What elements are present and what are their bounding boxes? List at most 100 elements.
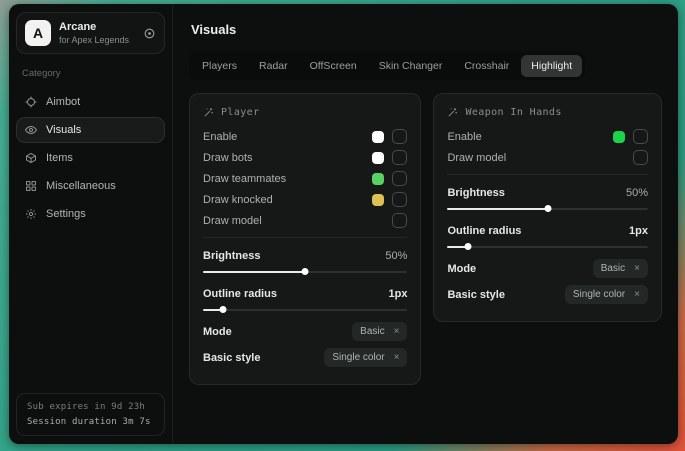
setting-label: Mode bbox=[447, 263, 476, 275]
slider-track bbox=[447, 246, 648, 248]
chip-close-icon[interactable]: × bbox=[634, 290, 640, 300]
eye-icon bbox=[25, 124, 37, 136]
page-title: Visuals bbox=[191, 22, 662, 37]
slider-thumb[interactable] bbox=[302, 268, 309, 275]
sidebar-item-miscellaneous[interactable]: Miscellaneous bbox=[16, 173, 165, 199]
sidebar-item-label: Items bbox=[46, 152, 73, 164]
selected-option-chip[interactable]: Basic× bbox=[593, 259, 648, 278]
slider-value: 50% bbox=[626, 187, 648, 199]
slider[interactable] bbox=[447, 242, 648, 251]
setting-label: Basic style bbox=[447, 289, 504, 301]
sidebar-item-aimbot[interactable]: Aimbot bbox=[16, 89, 165, 115]
main-content: Visuals PlayersRadarOffScreenSkin Change… bbox=[173, 4, 678, 444]
setting-label: Draw bots bbox=[203, 152, 253, 164]
slider-thumb[interactable] bbox=[544, 205, 551, 212]
setting-label: Enable bbox=[203, 131, 237, 143]
slider-label-row: Outline radius1px bbox=[447, 220, 648, 241]
tab-skin-changer[interactable]: Skin Changer bbox=[369, 55, 453, 77]
sidebar-item-settings[interactable]: Settings bbox=[16, 201, 165, 227]
slider-fill bbox=[203, 271, 305, 273]
setting-label: Draw model bbox=[203, 215, 262, 227]
color-swatch[interactable] bbox=[372, 173, 384, 185]
color-swatch[interactable] bbox=[372, 131, 384, 143]
setting-row: Draw teammates bbox=[203, 168, 407, 189]
chip-setting-row: Mode Basic× bbox=[447, 258, 648, 279]
tab-crosshair[interactable]: Crosshair bbox=[454, 55, 519, 77]
setting-controls bbox=[613, 129, 648, 144]
panel-player: Player Enable Draw bots Draw teammates Draw … bbox=[189, 93, 421, 385]
selected-option-chip[interactable]: Single color × bbox=[565, 285, 648, 304]
panel-header: Player bbox=[203, 107, 407, 118]
slider[interactable] bbox=[203, 267, 407, 276]
slider-label-row: Brightness 50% bbox=[447, 182, 648, 203]
sidebar-item-label: Settings bbox=[46, 208, 86, 220]
chip-close-icon[interactable]: × bbox=[394, 353, 400, 363]
app-title: Arcane bbox=[59, 21, 129, 33]
chip-close-icon[interactable]: × bbox=[634, 264, 640, 274]
session-duration-text: Session duration 3m 7s bbox=[27, 417, 154, 427]
checkbox[interactable] bbox=[392, 192, 407, 207]
setting-label: Mode bbox=[203, 326, 232, 338]
setting-row: Draw model bbox=[203, 210, 407, 231]
desktop-background: A Arcane for Apex Legends Category Aimbo… bbox=[0, 0, 685, 451]
panel-title-label: Weapon In Hands bbox=[465, 107, 561, 118]
tab-bar: PlayersRadarOffScreenSkin ChangerCrossha… bbox=[189, 52, 585, 80]
wand-icon bbox=[447, 107, 458, 118]
tab-radar[interactable]: Radar bbox=[249, 55, 298, 77]
setting-label: Enable bbox=[447, 131, 481, 143]
checkbox[interactable] bbox=[392, 171, 407, 186]
app-header: A Arcane for Apex Legends bbox=[16, 12, 165, 54]
slider-track bbox=[203, 309, 407, 311]
tab-offscreen[interactable]: OffScreen bbox=[300, 55, 367, 77]
chip-setting-row: Mode Basic × bbox=[203, 321, 407, 342]
setting-label: Brightness bbox=[447, 187, 504, 199]
chip-setting-row: Basic styleSingle color× bbox=[203, 347, 407, 368]
checkbox[interactable] bbox=[392, 213, 407, 228]
sidebar-item-visuals[interactable]: Visuals bbox=[16, 117, 165, 143]
slider-value: 50% bbox=[385, 250, 407, 262]
category-label: Category bbox=[22, 68, 159, 79]
chip-label: Single color bbox=[573, 289, 625, 300]
setting-label: Outline radius bbox=[203, 288, 277, 300]
chip-close-icon[interactable]: × bbox=[394, 327, 400, 337]
checkbox[interactable] bbox=[633, 129, 648, 144]
slider-label-row: Brightness 50% bbox=[203, 245, 407, 266]
chip-label: Basic bbox=[360, 326, 384, 337]
crosshair-icon bbox=[25, 96, 37, 108]
chip-setting-row: Basic style Single color × bbox=[447, 284, 648, 305]
color-swatch[interactable] bbox=[372, 152, 384, 164]
app-logo: A bbox=[25, 20, 51, 46]
setting-label: Draw teammates bbox=[203, 173, 286, 185]
checkbox[interactable] bbox=[392, 129, 407, 144]
setting-controls bbox=[372, 171, 407, 186]
section-divider bbox=[203, 237, 407, 238]
sidebar-item-label: Visuals bbox=[46, 124, 81, 136]
slider-thumb[interactable] bbox=[464, 243, 471, 250]
tab-players[interactable]: Players bbox=[192, 55, 247, 77]
slider[interactable] bbox=[447, 204, 648, 213]
setting-row: Draw model bbox=[447, 147, 648, 168]
color-swatch[interactable] bbox=[613, 131, 625, 143]
selected-option-chip[interactable]: Basic × bbox=[352, 322, 407, 341]
target-icon[interactable] bbox=[143, 27, 156, 40]
setting-controls bbox=[392, 213, 407, 228]
checkbox[interactable] bbox=[633, 150, 648, 165]
setting-label: Brightness bbox=[203, 250, 260, 262]
color-swatch[interactable] bbox=[372, 194, 384, 206]
sub-expiry-text: Sub expires in 9d 23h bbox=[27, 402, 154, 412]
setting-label: Outline radius bbox=[447, 225, 521, 237]
sidebar-item-label: Miscellaneous bbox=[46, 180, 116, 192]
slider-thumb[interactable] bbox=[220, 306, 227, 313]
setting-controls bbox=[633, 150, 648, 165]
sidebar-item-items[interactable]: Items bbox=[16, 145, 165, 171]
checkbox[interactable] bbox=[392, 150, 407, 165]
tab-highlight[interactable]: Highlight bbox=[521, 55, 582, 77]
setting-controls bbox=[372, 192, 407, 207]
chip-label: Single color bbox=[332, 352, 384, 363]
slider[interactable] bbox=[203, 305, 407, 314]
sidebar: A Arcane for Apex Legends Category Aimbo… bbox=[9, 4, 173, 444]
setting-row: Draw bots bbox=[203, 147, 407, 168]
slider-label-row: Outline radius1px bbox=[203, 283, 407, 304]
panels-container: Player Enable Draw bots Draw teammates Draw … bbox=[189, 93, 662, 385]
selected-option-chip[interactable]: Single color × bbox=[324, 348, 407, 367]
